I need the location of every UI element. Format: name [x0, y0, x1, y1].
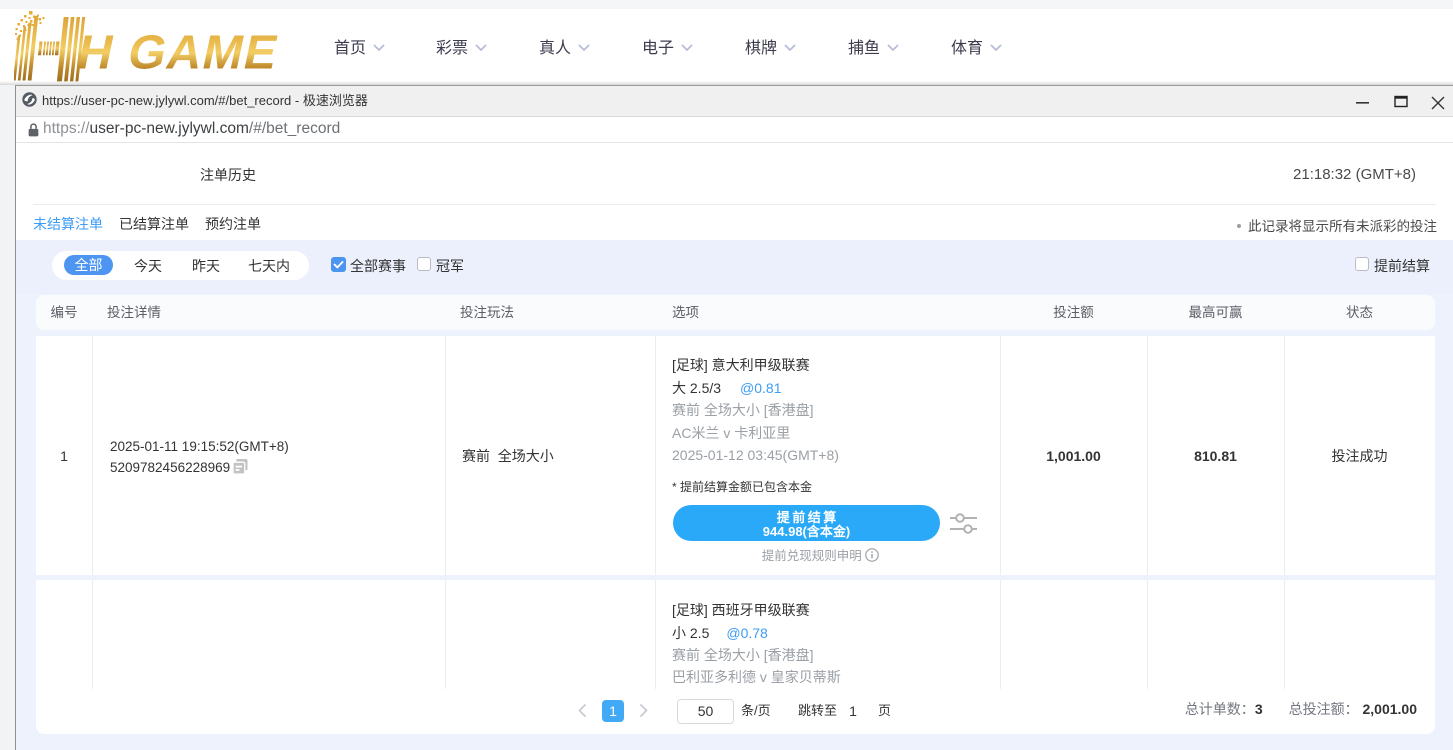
svg-text:H GAME: H GAME [73, 26, 284, 79]
